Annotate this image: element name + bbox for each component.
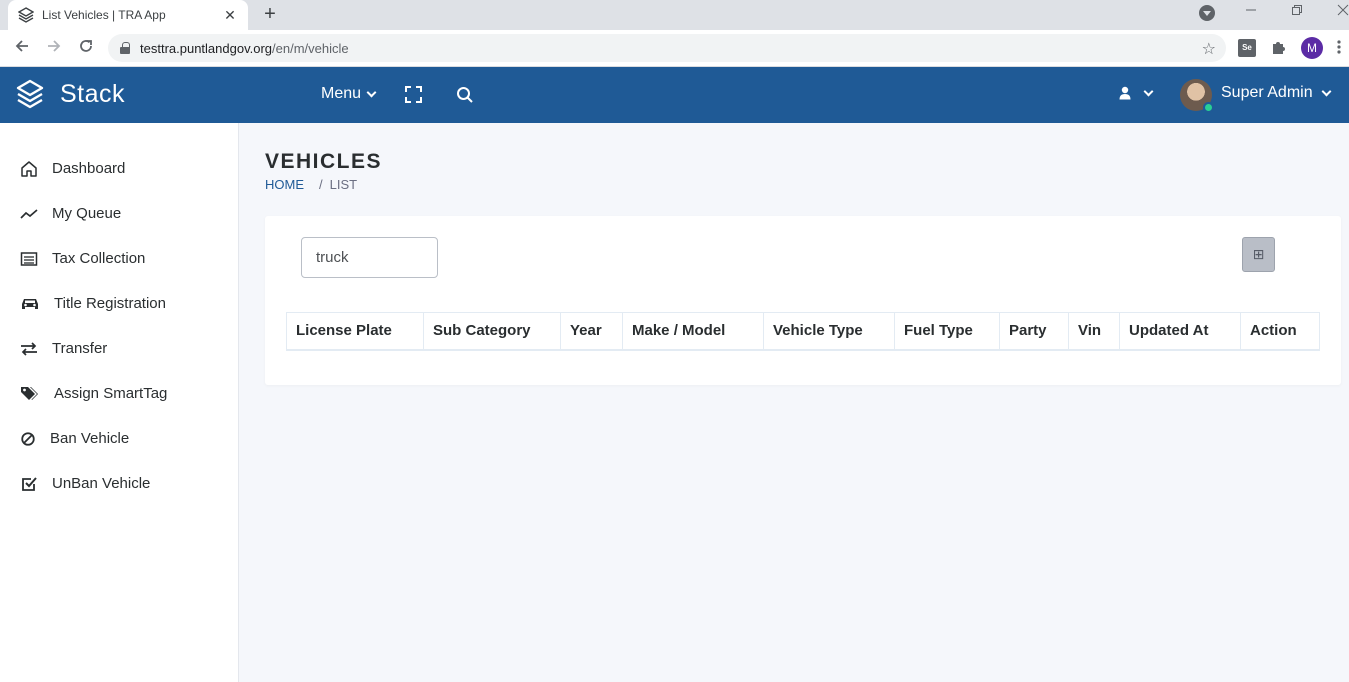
user-avatar[interactable]	[1180, 79, 1214, 113]
sidebar-item-my-queue[interactable]: My Queue	[0, 191, 239, 236]
stack-logo-icon	[18, 7, 34, 23]
ban-icon	[21, 431, 35, 446]
user-name: Super Admin	[1221, 84, 1313, 101]
sidebar-item-label: UnBan Vehicle	[52, 475, 151, 492]
sidebar-item-label: Title Registration	[54, 295, 166, 312]
brand-name: Stack	[60, 79, 126, 108]
breadcrumb-home-link[interactable]: HOME	[265, 177, 304, 192]
menu-dropdown[interactable]: Menu	[321, 85, 377, 103]
search-icon[interactable]	[456, 86, 474, 104]
sidebar: Dashboard My Queue Tax Collection Title …	[0, 123, 239, 682]
page-title: VEHICLES	[265, 150, 383, 173]
sidebar-item-label: My Queue	[52, 205, 122, 222]
lock-icon	[120, 42, 130, 54]
app-header: Stack Menu Super Admin	[0, 67, 1349, 123]
column-header[interactable]: Action	[1240, 312, 1320, 351]
sidebar-item-label: Ban Vehicle	[50, 430, 130, 447]
vehicles-table: License Plate Sub Category Year Make / M…	[286, 312, 1320, 351]
column-header[interactable]: Fuel Type	[894, 312, 1000, 351]
restore-icon[interactable]	[1287, 4, 1307, 22]
add-vehicle-button[interactable]: ⊞	[1242, 237, 1275, 272]
sidebar-item-dashboard[interactable]: Dashboard	[0, 146, 239, 191]
extensions-puzzle-icon[interactable]	[1270, 39, 1288, 57]
column-header[interactable]: Vehicle Type	[763, 312, 895, 351]
user-menu-dropdown[interactable]	[1119, 86, 1154, 100]
close-tab-icon[interactable]: ✕	[222, 7, 238, 24]
browser-toolbar: testtra.puntlandgov.org/en/m/vehicle ☆ S…	[0, 30, 1349, 67]
browser-tab[interactable]: List Vehicles | TRA App ✕	[8, 0, 248, 30]
breadcrumb: HOME / LIST	[265, 177, 357, 192]
forward-icon[interactable]	[44, 38, 64, 58]
minimize-icon[interactable]	[1241, 4, 1261, 22]
sidebar-item-unban-vehicle[interactable]: UnBan Vehicle	[0, 461, 239, 506]
chevron-down-icon	[1143, 86, 1154, 96]
breadcrumb-separator: /	[319, 177, 323, 192]
chevron-down-icon	[366, 87, 377, 97]
trend-icon	[20, 208, 38, 219]
sidebar-item-label: Assign SmartTag	[54, 385, 168, 402]
browser-menu-icon[interactable]	[1337, 39, 1341, 60]
search-input[interactable]	[301, 237, 438, 278]
user-icon	[1119, 86, 1131, 100]
column-header[interactable]: Year	[560, 312, 623, 351]
selenium-extension-icon[interactable]: Se	[1238, 39, 1256, 57]
check-square-icon	[22, 476, 37, 491]
vehicles-card: ⊞ License Plate Sub Category Year Make /…	[265, 216, 1341, 385]
column-header[interactable]: Vin	[1068, 312, 1120, 351]
column-header[interactable]: Updated At	[1119, 312, 1241, 351]
home-icon	[21, 160, 37, 177]
sidebar-item-title-registration[interactable]: Title Registration	[0, 281, 239, 326]
column-header[interactable]: License Plate	[286, 312, 424, 351]
sidebar-item-label: Tax Collection	[52, 250, 146, 267]
sidebar-item-ban-vehicle[interactable]: Ban Vehicle	[0, 416, 239, 461]
list-icon	[20, 251, 38, 266]
chevron-down-icon	[1321, 86, 1332, 96]
column-header[interactable]: Party	[999, 312, 1069, 351]
sidebar-item-label: Transfer	[52, 340, 108, 357]
tab-title: List Vehicles | TRA App	[42, 8, 166, 22]
address-bar[interactable]: testtra.puntlandgov.org/en/m/vehicle ☆	[108, 34, 1226, 62]
browser-tabstrip: List Vehicles | TRA App ✕ +	[0, 0, 1349, 30]
online-status-dot	[1203, 102, 1214, 113]
fullscreen-icon[interactable]	[405, 86, 422, 103]
breadcrumb-current: LIST	[329, 177, 358, 192]
table-header-row: License Plate Sub Category Year Make / M…	[286, 312, 1320, 351]
hamburger-menu-icon[interactable]	[273, 86, 293, 102]
column-header[interactable]: Make / Model	[622, 312, 764, 351]
stack-logo-icon	[16, 79, 44, 109]
column-header[interactable]: Sub Category	[423, 312, 561, 351]
bookmark-star-icon[interactable]: ☆	[1202, 39, 1216, 59]
sidebar-item-transfer[interactable]: Transfer	[0, 326, 239, 371]
plus-square-icon: ⊞	[1252, 246, 1265, 262]
profile-avatar[interactable]: M	[1301, 37, 1323, 59]
user-name-dropdown[interactable]: Super Admin	[1221, 84, 1332, 102]
reload-icon[interactable]	[76, 38, 96, 58]
back-icon[interactable]	[12, 38, 32, 58]
menu-label: Menu	[321, 85, 362, 102]
new-tab-button[interactable]: +	[260, 3, 280, 25]
sidebar-item-tax-collection[interactable]: Tax Collection	[0, 236, 239, 281]
sidebar-item-label: Dashboard	[52, 160, 126, 177]
tab-search-icon[interactable]	[1199, 5, 1215, 21]
tags-icon	[21, 386, 38, 400]
sidebar-item-assign-smarttag[interactable]: Assign SmartTag	[0, 371, 239, 416]
close-window-icon[interactable]	[1333, 4, 1349, 22]
brand[interactable]: Stack	[16, 79, 125, 109]
exchange-icon	[21, 341, 37, 356]
url-text: testtra.puntlandgov.org/en/m/vehicle	[140, 40, 349, 56]
car-icon	[22, 298, 38, 309]
